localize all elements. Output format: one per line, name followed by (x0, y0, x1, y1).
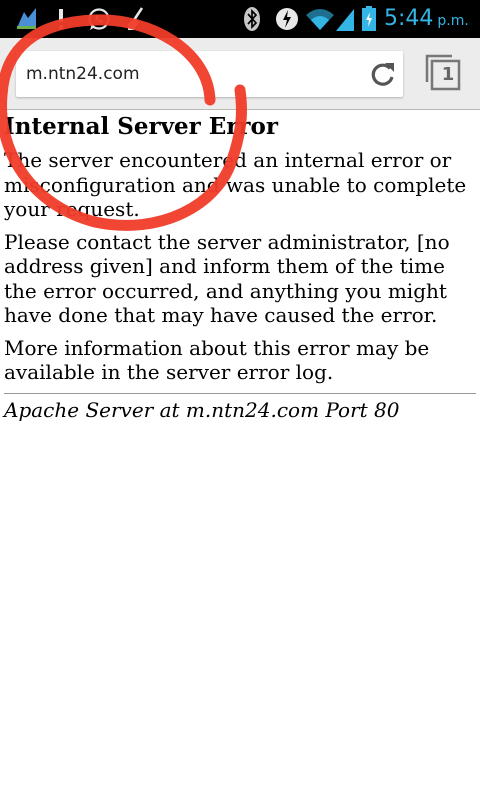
contact-admin-text: Please contact the server administrator,… (4, 229, 450, 328)
clock-ampm: p.m. (437, 13, 469, 29)
status-bar: 5:44 p.m. (0, 0, 480, 38)
error-description: The server encountered an internal error… (4, 148, 467, 221)
notification-app-icon (17, 8, 36, 29)
divider (4, 392, 476, 394)
cleaner-icon (128, 7, 144, 30)
server-signature: Apache Server at m.ntn24.com Port 80 (4, 397, 400, 422)
battery-charging-icon (362, 6, 376, 31)
tab-count: 1 (441, 64, 455, 85)
data-saver-icon (276, 8, 298, 30)
reload-icon[interactable] (368, 59, 398, 89)
clock-time: 5:44 (384, 6, 434, 31)
url-bar[interactable]: m.ntn24.com (16, 51, 403, 97)
page-content: Internal Server Error The server encount… (4, 112, 476, 422)
error-log-text: More information about this error may be… (4, 335, 430, 385)
whatsapp-icon (88, 8, 110, 30)
signal-icon (336, 9, 354, 31)
tabs-button[interactable]: 1 (424, 52, 462, 92)
wifi-icon (306, 9, 334, 30)
warning-icon (59, 9, 63, 29)
url-text[interactable]: m.ntn24.com (26, 51, 140, 97)
error-title: Internal Server Error (4, 113, 278, 140)
bluetooth-icon (244, 7, 260, 31)
status-clock: 5:44 p.m. (384, 4, 469, 34)
browser-toolbar: m.ntn24.com 1 (0, 38, 480, 110)
